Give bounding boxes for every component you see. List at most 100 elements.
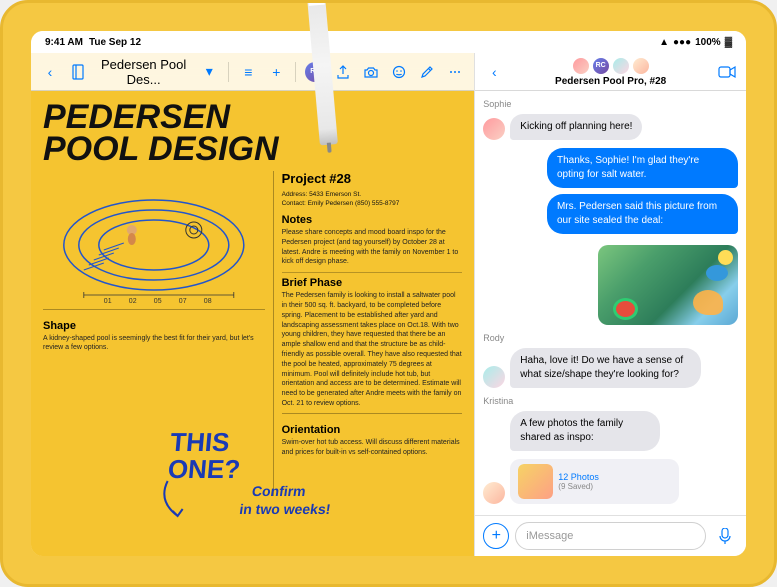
- camera-icon: [364, 65, 378, 79]
- sun-icon: [718, 250, 733, 265]
- brief-header: Brief Phase: [282, 272, 463, 289]
- kristina-messages: A few photos the family shared as inspo:…: [510, 411, 709, 504]
- date-display: Tue Sep 12: [89, 37, 141, 48]
- photo-preview: [518, 464, 553, 499]
- markup-icon: [420, 65, 434, 79]
- document-title: Pedersen Pool Des...: [95, 57, 192, 87]
- notes-document: PEDERSEN POOL DESIGN: [31, 91, 474, 556]
- pool-sketch: 01 02 05 07 08: [43, 175, 265, 305]
- title-line2: POOL DESIGN: [43, 133, 462, 165]
- orientation-section: Orientation Swim-over hot tub access. Wi…: [282, 413, 463, 458]
- markup-button[interactable]: [416, 61, 438, 83]
- message-group-sophie: Sophie Kicking off planning here!: [483, 99, 738, 140]
- message-row-out2: Mrs. Pedersen said this picture from our…: [483, 194, 738, 234]
- avatar-rody: [612, 57, 630, 75]
- msg-out1-text: Thanks, Sophie! I'm glad they're opting …: [557, 155, 699, 180]
- back-icon: ‹: [48, 64, 53, 80]
- microphone-button[interactable]: [712, 523, 738, 549]
- video-icon: [718, 65, 736, 79]
- more-button[interactable]: [444, 61, 466, 83]
- fish-icon: [706, 265, 728, 281]
- back-button[interactable]: ‹: [39, 61, 61, 83]
- notes-header: Notes: [282, 214, 463, 226]
- message-group-kristina: Kristina A few photos the family shared …: [483, 396, 738, 504]
- emoji-button[interactable]: [388, 61, 410, 83]
- shape-header: Shape: [43, 320, 265, 332]
- message-input-bar: + iMessage: [475, 515, 746, 556]
- status-right: ▲ ●●● 100% ▓: [659, 37, 732, 48]
- notes-panel: ‹ Pedersen Pool Des... ▾ ≡ +: [31, 53, 474, 556]
- bubble-out1: Thanks, Sophie! I'm glad they're opting …: [547, 148, 738, 188]
- messages-back-icon: ‹: [492, 64, 497, 80]
- bubble-rody: Haha, love it! Do we have a sense of wha…: [510, 348, 701, 388]
- more-icon: [448, 65, 462, 79]
- image-row-outgoing: [483, 241, 738, 325]
- message-placeholder: iMessage: [526, 530, 573, 542]
- video-call-button[interactable]: [716, 61, 738, 83]
- camera-button[interactable]: [360, 61, 382, 83]
- msg-sophie-text: Kicking off planning here!: [520, 121, 632, 132]
- screen: 9:41 AM Tue Sep 12 ▲ ●●● 100% ▓ ‹: [31, 31, 746, 556]
- title-chevron[interactable]: ▾: [198, 61, 220, 83]
- share-icon: [336, 65, 350, 79]
- avatar-sophie-msg: [483, 118, 505, 140]
- avatar-rc: RC: [592, 57, 610, 75]
- main-content: ‹ Pedersen Pool Des... ▾ ≡ +: [31, 53, 746, 556]
- message-input[interactable]: iMessage: [515, 522, 706, 550]
- sender-label-rody: Rody: [483, 333, 738, 343]
- toolbar-divider: [228, 62, 229, 82]
- bubble-sophie: Kicking off planning here!: [510, 114, 642, 140]
- time-display: 9:41 AM: [45, 37, 83, 48]
- add-attachment-button[interactable]: +: [483, 523, 509, 549]
- avatar-rody-msg: [483, 366, 505, 388]
- book-icon: [70, 64, 86, 80]
- photo-info-area: 12 Photos (9 Saved): [558, 472, 599, 491]
- avatar-kristina: [632, 57, 650, 75]
- msg-rody-text: Haha, love it! Do we have a sense of wha…: [520, 355, 683, 380]
- message-row-rody: Haha, love it! Do we have a sense of wha…: [483, 348, 738, 388]
- messages-back-button[interactable]: ‹: [483, 61, 505, 83]
- message-group-outgoing1: Thanks, Sophie! I'm glad they're opting …: [483, 148, 738, 325]
- messages-list: Sophie Kicking off planning here! T: [475, 91, 746, 515]
- project-header: Project #28: [282, 171, 463, 186]
- wifi-icon: ▲: [659, 37, 669, 48]
- message-row-sophie: Kicking off planning here!: [483, 114, 738, 140]
- bubble-kristina: A few photos the family shared as inspo:: [510, 411, 659, 451]
- project-contact: Contact: Emily Pedersen (850) 555-8797: [282, 199, 463, 209]
- list-button[interactable]: ≡: [237, 61, 259, 83]
- message-row-out1: Thanks, Sophie! I'm glad they're opting …: [483, 148, 738, 188]
- shape-text: A kidney-shaped pool is seemingly the be…: [43, 334, 265, 354]
- sender-label-sophie: Sophie: [483, 99, 738, 109]
- bubble-out2: Mrs. Pedersen said this picture from our…: [547, 194, 738, 234]
- add-button[interactable]: +: [265, 61, 287, 83]
- svg-text:01: 01: [104, 298, 112, 305]
- messages-title-area: RC Pedersen Pool Pro, #28: [511, 57, 710, 87]
- group-name: Pedersen Pool Pro, #28: [555, 76, 666, 87]
- status-bar: 9:41 AM Tue Sep 12 ▲ ●●● 100% ▓: [31, 31, 746, 53]
- message-row-kristina: A few photos the family shared as inspo:…: [483, 411, 738, 504]
- avatar-kristina-msg: [483, 482, 505, 504]
- share-button[interactable]: [332, 61, 354, 83]
- messages-panel: ‹ RC Pedersen Pool Pro, #28: [474, 53, 746, 556]
- svg-text:in two weeks!: in two weeks!: [238, 501, 331, 517]
- svg-text:02: 02: [129, 298, 137, 305]
- msg-out2-text: Mrs. Pedersen said this picture from our…: [557, 201, 717, 226]
- pool-sketch-svg: 01 02 05 07 08: [43, 175, 265, 305]
- svg-text:05: 05: [154, 298, 162, 305]
- toolbar-divider2: [295, 62, 296, 82]
- orientation-header: Orientation: [282, 424, 463, 436]
- notebook-button[interactable]: [67, 61, 89, 83]
- photo-thumb: [518, 464, 553, 499]
- emoji-icon: [392, 65, 406, 79]
- doc-left-column: 01 02 05 07 08: [43, 171, 274, 496]
- photo-count: 12 Photos: [558, 472, 599, 482]
- notes-text: Please share concepts and mood board ins…: [282, 228, 463, 267]
- doc-layout: 01 02 05 07 08: [43, 171, 462, 496]
- photo-attachment[interactable]: 12 Photos (9 Saved): [510, 459, 679, 504]
- pool-photo-bubble: [598, 245, 738, 325]
- signal-icon: ●●●: [673, 37, 691, 48]
- project-address: Address: 5433 Emerson St.: [282, 190, 463, 200]
- orientation-text: Swim-over hot tub access. Will discuss d…: [282, 438, 463, 458]
- title-line1: PEDERSEN: [43, 101, 462, 133]
- notes-toolbar: ‹ Pedersen Pool Des... ▾ ≡ +: [31, 53, 474, 91]
